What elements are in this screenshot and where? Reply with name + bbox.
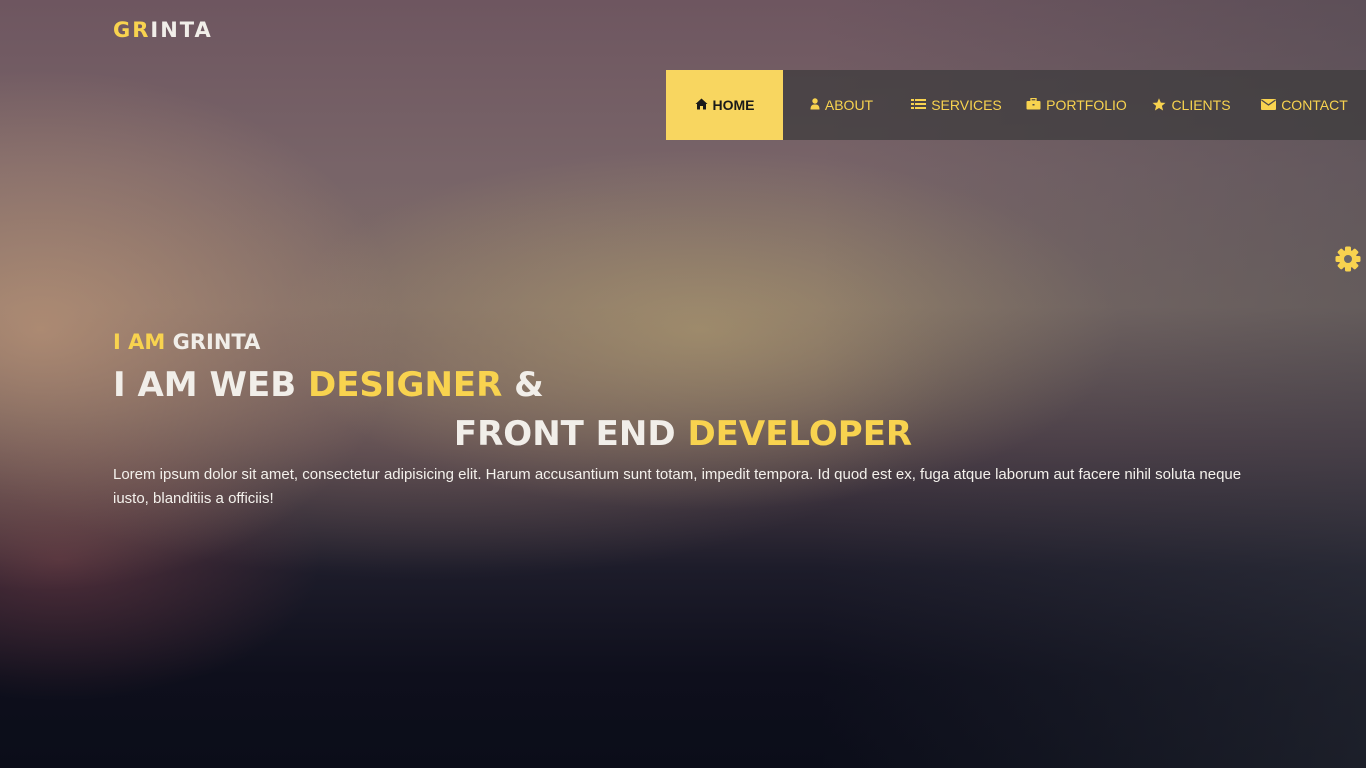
main-navigation: HOME ABOUT SERVICES PORTFOLIO CLIENTS CO… bbox=[666, 70, 1366, 140]
nav-label-portfolio: PORTFOLIO bbox=[1046, 97, 1127, 113]
headline2-accent: DEVELOPER bbox=[687, 414, 913, 454]
nav-item-home[interactable]: HOME bbox=[666, 70, 783, 140]
hero-intro-accent: I AM bbox=[113, 330, 166, 354]
nav-item-services[interactable]: SERVICES bbox=[900, 70, 1013, 140]
headline2-prefix: FRONT END bbox=[453, 414, 676, 454]
headline1-accent: DESIGNER bbox=[307, 365, 503, 405]
nav-item-clients[interactable]: CLIENTS bbox=[1140, 70, 1243, 140]
logo-rest: INTA bbox=[150, 18, 213, 42]
hero-description: Lorem ipsum dolor sit amet, consectetur … bbox=[113, 466, 1242, 507]
nav-item-contact[interactable]: CONTACT bbox=[1243, 70, 1366, 140]
site-logo[interactable]: GRINTA bbox=[113, 18, 213, 42]
headline1-prefix: I AM WEB bbox=[113, 365, 297, 405]
hero-headline-line1: I AM WEB DESIGNER & bbox=[113, 365, 544, 405]
hero-intro: I AM GRINTA bbox=[113, 330, 260, 354]
nav-item-portfolio[interactable]: PORTFOLIO bbox=[1013, 70, 1140, 140]
list-icon bbox=[911, 98, 927, 112]
nav-label-about: ABOUT bbox=[824, 97, 874, 113]
nav-label-services: SERVICES bbox=[931, 97, 1002, 113]
nav-label-contact: CONTACT bbox=[1281, 97, 1348, 113]
envelope-icon bbox=[1261, 98, 1277, 112]
hero-headline-line2: FRONT END DEVELOPER bbox=[0, 414, 1366, 454]
star-icon bbox=[1152, 97, 1166, 113]
briefcase-icon bbox=[1026, 97, 1041, 112]
headline1-suffix: & bbox=[514, 365, 544, 405]
home-icon bbox=[695, 98, 708, 112]
gear-icon[interactable] bbox=[1334, 245, 1362, 273]
hero-intro-name: GRINTA bbox=[172, 330, 261, 354]
nav-label-clients: CLIENTS bbox=[1171, 97, 1231, 113]
nav-item-about[interactable]: ABOUT bbox=[783, 70, 900, 140]
logo-accent: GR bbox=[113, 18, 151, 42]
nav-label-home: HOME bbox=[712, 97, 755, 113]
user-icon bbox=[810, 98, 820, 112]
